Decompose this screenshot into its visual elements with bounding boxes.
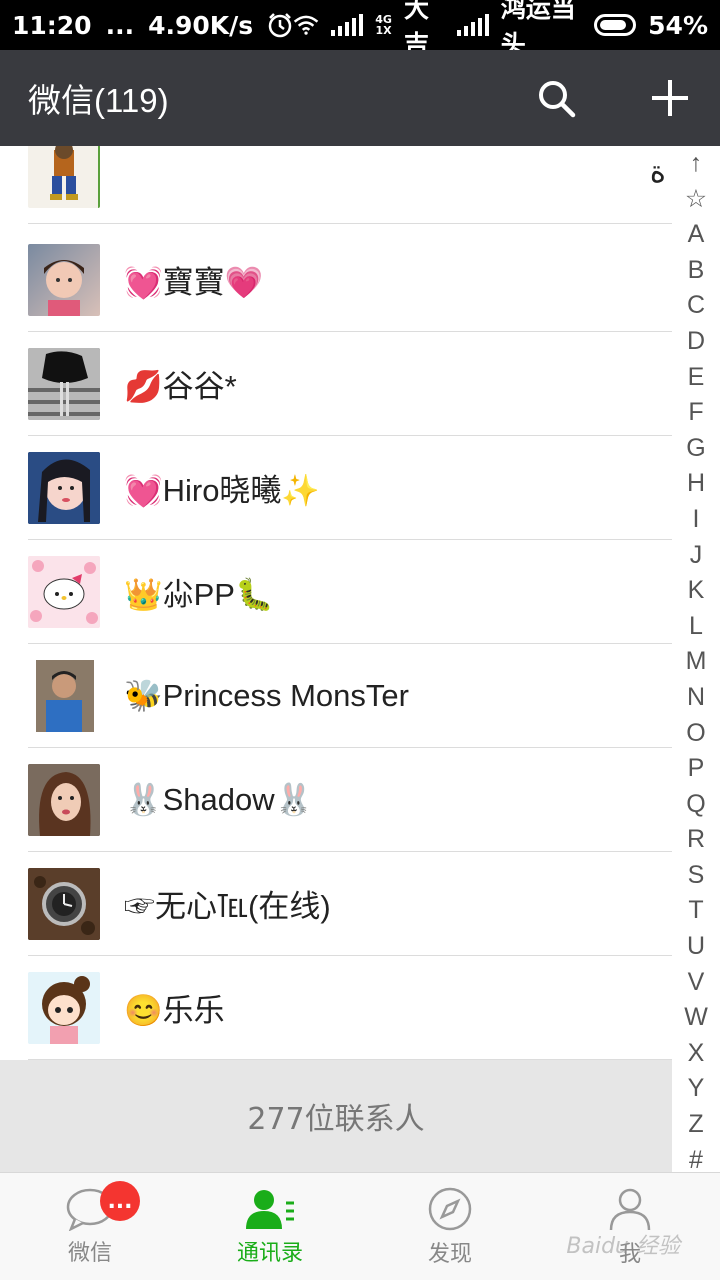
contact-name: 💓寶寶💗 bbox=[124, 265, 264, 300]
contact-name: 🐝Princess MonsTer bbox=[124, 678, 409, 713]
index-letter[interactable]: V bbox=[688, 965, 705, 1001]
index-letter[interactable]: B bbox=[688, 253, 705, 289]
index-letter[interactable]: ☆ bbox=[685, 182, 707, 218]
index-letter[interactable]: T bbox=[688, 893, 703, 929]
app-header: 微信(119) bbox=[0, 50, 720, 146]
plus-icon bbox=[652, 80, 688, 116]
tab-label: 发现 bbox=[427, 1241, 472, 1267]
avatar bbox=[28, 971, 100, 1044]
tab-discover[interactable]: 发现 bbox=[360, 1173, 540, 1280]
page-title: 微信(119) bbox=[28, 82, 169, 119]
avatar bbox=[28, 347, 100, 420]
index-letter[interactable]: L bbox=[689, 609, 703, 645]
unread-badge: ... bbox=[100, 1181, 140, 1221]
tab-chats[interactable]: ... 微信 bbox=[0, 1173, 180, 1280]
person-icon bbox=[609, 1188, 651, 1230]
contact-row[interactable]: 💓寶寶💗 bbox=[28, 228, 672, 332]
index-letter[interactable]: C bbox=[687, 288, 705, 324]
status-speed: 4.90K/s bbox=[148, 10, 254, 40]
avatar bbox=[28, 243, 100, 316]
index-letter[interactable]: S bbox=[688, 858, 705, 894]
index-letter[interactable]: A bbox=[688, 217, 705, 253]
contact-name: 💋谷谷* bbox=[124, 369, 237, 404]
battery-percent: 54% bbox=[648, 10, 708, 40]
add-button[interactable] bbox=[648, 76, 692, 120]
signal-icon-1 bbox=[331, 14, 364, 36]
avatar bbox=[28, 555, 100, 628]
index-letter[interactable]: Z bbox=[688, 1107, 703, 1143]
contact-row[interactable]: 👑尛PP🐛 bbox=[28, 540, 672, 644]
index-letter[interactable]: U bbox=[687, 929, 705, 965]
avatar bbox=[28, 146, 100, 208]
tab-me[interactable]: 我 bbox=[540, 1173, 720, 1280]
avatar bbox=[28, 659, 100, 732]
index-letter[interactable]: F bbox=[688, 395, 703, 431]
index-letter[interactable]: X bbox=[688, 1036, 705, 1072]
tab-contacts[interactable]: 通讯录 bbox=[180, 1173, 360, 1280]
wifi-icon bbox=[293, 15, 319, 35]
alphabet-index[interactable]: ↑ ☆ A B C D E F G H I J K L M N O P Q R S T U V W X Y Z # bbox=[672, 146, 720, 1174]
index-letter[interactable]: H bbox=[687, 466, 705, 502]
index-letter[interactable]: W bbox=[684, 1000, 708, 1036]
avatar bbox=[28, 867, 100, 940]
contact-name: ة bbox=[649, 153, 666, 189]
contact-name: ☞无心℡(在线) bbox=[124, 889, 331, 924]
index-letter[interactable]: N bbox=[687, 680, 705, 716]
avatar bbox=[28, 451, 100, 524]
search-button[interactable] bbox=[534, 76, 578, 120]
index-letter[interactable]: P bbox=[688, 751, 705, 787]
index-letter[interactable]: J bbox=[690, 538, 703, 574]
contact-row[interactable]: 😊乐乐 bbox=[28, 956, 672, 1060]
contacts-icon bbox=[246, 1189, 294, 1229]
index-letter[interactable]: D bbox=[687, 324, 705, 360]
contact-list[interactable]: ة 💓寶寶💗 💋谷谷* 💓Hiro晓曦✨ 👑尛PP🐛 🐝Princess Mon… bbox=[0, 146, 672, 1060]
status-dots: ... bbox=[105, 10, 135, 40]
contact-row[interactable]: ☞无心℡(在线) bbox=[28, 852, 672, 956]
search-icon bbox=[539, 81, 576, 118]
contact-row[interactable]: 💋谷谷* bbox=[28, 332, 672, 436]
contact-row[interactable]: 🐰Shadow🐰 bbox=[28, 748, 672, 852]
signal-icon-2 bbox=[456, 14, 489, 36]
status-time: 11:20 bbox=[12, 10, 92, 40]
bottom-tab-bar: ... 微信 通讯录 发现 我 Baidu 经验 bbox=[0, 1172, 720, 1280]
contact-name: 😊乐乐 bbox=[124, 993, 225, 1028]
contact-name: 👑尛PP🐛 bbox=[124, 577, 274, 612]
index-letter[interactable]: K bbox=[688, 573, 705, 609]
contact-name: 🐰Shadow🐰 bbox=[124, 782, 314, 817]
index-letter[interactable]: Q bbox=[686, 787, 705, 823]
index-letter[interactable]: E bbox=[688, 360, 705, 396]
contact-name: 💓Hiro晓曦✨ bbox=[124, 473, 321, 508]
avatar bbox=[28, 763, 100, 836]
network-type: 4G 1X bbox=[375, 13, 392, 37]
battery-icon bbox=[594, 14, 637, 36]
tab-label: 微信 bbox=[67, 1240, 112, 1266]
tab-label: 通讯录 bbox=[236, 1240, 303, 1266]
watermark: Baidu 经验 bbox=[566, 1234, 680, 1259]
compass-icon bbox=[428, 1187, 472, 1230]
contact-row[interactable]: 🐝Princess MonsTer bbox=[28, 644, 672, 748]
contact-row[interactable]: ة bbox=[28, 146, 672, 224]
contact-count: 277位联系人 bbox=[0, 1060, 672, 1172]
contact-row[interactable]: 💓Hiro晓曦✨ bbox=[28, 436, 672, 540]
index-letter[interactable]: R bbox=[687, 822, 705, 858]
index-letter[interactable]: M bbox=[686, 644, 707, 680]
index-letter[interactable]: O bbox=[686, 716, 705, 752]
index-letter[interactable]: ↑ bbox=[690, 146, 703, 182]
alarm-icon bbox=[268, 13, 292, 38]
status-bar: 11:20 ... 4.90K/s 4G 1X 大吉 鸿运当头 54% bbox=[0, 0, 720, 59]
index-letter[interactable]: I bbox=[693, 502, 700, 538]
index-letter[interactable]: G bbox=[686, 431, 705, 467]
index-letter[interactable]: Y bbox=[688, 1071, 705, 1107]
